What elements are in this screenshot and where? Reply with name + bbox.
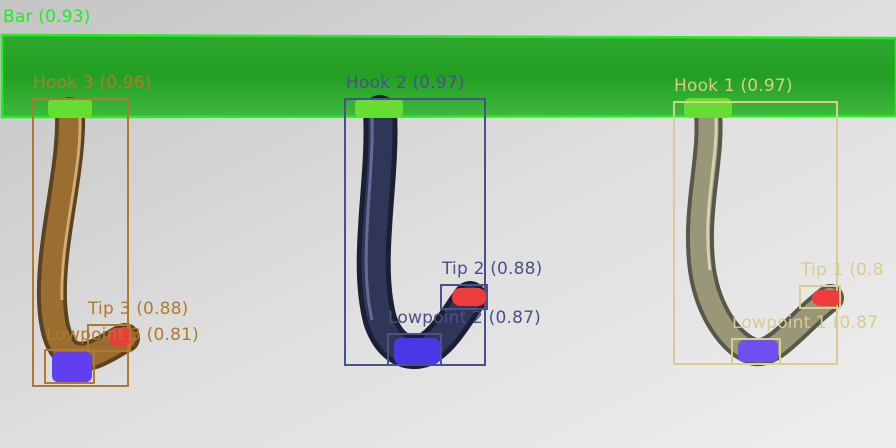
tip-2-label: Tip 2 (0.88)	[442, 259, 543, 279]
hook-2-label: Hook 2 (0.97)	[346, 73, 465, 93]
tip-3-label: Tip 3 (0.88)	[88, 299, 189, 319]
hook-2-top-mask	[355, 98, 403, 118]
lowpoint-1-mask	[738, 340, 778, 362]
lowpoint-2-label: Lowpoint 2 (0.87)	[388, 308, 541, 328]
hook-1-label: Hook 1 (0.97)	[674, 76, 793, 96]
tip-2-mask	[452, 288, 486, 306]
tip-1-label: Tip 1 (0.8	[801, 260, 884, 280]
lowpoint-3-label: Lowpoint 3 (0.81)	[46, 325, 199, 345]
hook-3-top-mask	[48, 98, 92, 118]
lowpoint-2-mask	[394, 338, 440, 364]
bar-label: Bar (0.93)	[3, 7, 91, 27]
hook-3-label: Hook 3 (0.96)	[33, 73, 152, 93]
detection-view: Bar (0.93) Hook 3 (0.96) Hook 2 (0.97) H…	[0, 0, 896, 448]
lowpoint-3-mask	[52, 352, 92, 382]
camera-image	[0, 0, 896, 448]
lowpoint-1-label: Lowpoint 1 (0.87	[732, 313, 879, 333]
tip-1-mask	[812, 290, 842, 306]
